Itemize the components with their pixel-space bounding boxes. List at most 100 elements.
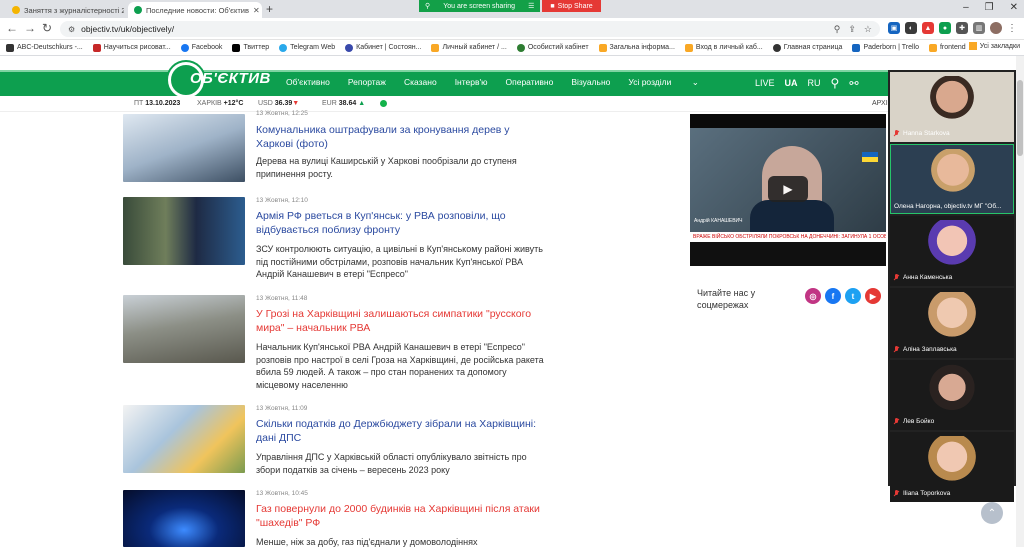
bookmark-item[interactable]: Paderborn | Trello [852,43,919,52]
live-link[interactable]: LIVE [755,78,775,88]
participant-tile[interactable]: Олена Нагорна, objectiv.tv МГ "Об... [890,144,1014,214]
participant-video [928,292,976,344]
participant-tile[interactable]: Анна Каменська [890,216,1014,286]
list-item[interactable]: 13 Жовтня, 10:45 Газ повернули до 2000 б… [123,490,543,547]
participant-tile[interactable]: Лев Бойко [890,360,1014,430]
bookmark-item[interactable]: Загальна інформа... [598,43,675,52]
list-item[interactable]: 13 Жовтня, 11:09 Скільки податків до Дер… [123,405,543,485]
bookmark-item[interactable]: Научиться рисоват... [92,43,171,52]
url-text: objectiv.tv/uk/objectively/ [81,24,175,34]
mic-muted-icon [893,490,900,497]
facebook-icon[interactable]: f [825,288,841,304]
extension-icon[interactable]: ▲ [922,22,934,34]
article-title[interactable]: Скільки податків до Держбюджету зібрали … [256,417,546,445]
mic-muted-icon [893,418,900,425]
participant-video [928,220,976,272]
tab-1[interactable]: Заняття з журналістерності 23 ... ✕ [6,2,124,18]
menu-item[interactable]: Сказано [404,77,437,88]
close-window-icon[interactable]: ✕ [1010,2,1018,13]
participant-tile[interactable]: Hanna Starkova [890,72,1014,142]
all-bookmarks[interactable]: Усі закладки [968,42,1020,50]
share-icon[interactable]: ⚯ [849,77,858,90]
bookmark-item[interactable]: Особистий кабінет [516,43,589,52]
article-thumbnail[interactable] [123,197,245,265]
extension-icon[interactable]: ▣ [888,22,900,34]
participant-tile[interactable]: Аліна Заплавська [890,288,1014,358]
menu-item[interactable]: Репортаж [348,77,386,88]
lang-ru[interactable]: RU [808,78,821,88]
list-item[interactable]: 13 Жовтня, 12:10 Армія РФ рветься в Куп'… [123,197,543,287]
bookmark-item[interactable]: Вход в личный каб... [684,43,763,52]
bookmark-item[interactable]: Личный кабинет / ... [431,43,507,52]
bookmarks-bar: ABC-Deutschkurs -... Научиться рисоват..… [0,40,1024,56]
search-icon[interactable]: ⚲ [834,24,841,35]
forward-icon[interactable]: → [24,21,36,35]
scrollbar-thumb[interactable] [1017,80,1023,156]
minimize-icon[interactable]: – [963,2,969,13]
site-logo[interactable]: ОБ'ЄКТИВ [168,62,270,98]
article-thumbnail[interactable] [123,490,245,547]
main-menu: Об'єктивно Репортаж Сказано Інтерв'ю Опе… [286,77,735,88]
menu-item[interactable]: Інтерв'ю [455,77,488,88]
mic-muted-icon [893,346,900,353]
participant-video [929,149,977,201]
close-icon[interactable]: ✕ [253,6,260,15]
bookmark-item[interactable]: Кабинет | Состоян... [345,43,421,52]
new-tab-button[interactable]: + [266,2,273,16]
pin-icon: ⚲ [425,3,431,10]
video-player[interactable]: Андрій КАНАШЕВИЧ ВРАЖЕ ВІЙСЬКО ОБСТРІЛЯЛ… [690,114,886,266]
share-icon[interactable]: ⇪ [848,24,856,35]
site-info-icon[interactable]: ⚙ [68,25,75,34]
instagram-icon[interactable]: ◎ [805,288,821,304]
extension-icon[interactable]: ◐ [905,22,917,34]
bookmark-item[interactable]: Facebook [180,43,222,52]
bookmark-item[interactable]: ABC-Deutschkurs -... [6,43,83,52]
bookmark-star-icon[interactable]: ☆ [864,24,872,35]
article-thumbnail[interactable] [123,114,245,182]
bookmark-item[interactable]: Telegram Web [279,43,335,52]
share-controls-icon[interactable]: ☰ [528,2,534,10]
twitter-icon[interactable]: t [845,288,861,304]
list-item[interactable]: 13 Жовтня, 11:48 У Грозі на Харківщині з… [123,295,546,395]
lang-ua[interactable]: UA [785,78,798,88]
list-item[interactable]: 13 Жовтня, 12:25 Комунальника оштрафувал… [123,110,543,190]
chevron-down-icon: ⌄ [691,77,699,87]
bookmark-item[interactable]: Твиттер [232,43,269,52]
down-arrow-icon: ▼ [292,100,300,107]
menu-item[interactable]: Візуально [571,77,610,88]
back-icon[interactable]: ← [6,21,18,35]
url-field[interactable]: ⚙ objectiv.tv/uk/objectively/ ⚲ ⇪ ☆ [60,21,880,37]
stop-share-button[interactable]: ■ Stop Share [542,0,601,12]
sidepanel-icon[interactable]: ▥ [973,22,985,34]
article-thumbnail[interactable] [123,295,245,363]
more-menu-icon[interactable]: ⋮ [1007,23,1017,34]
article-thumbnail[interactable] [123,405,245,473]
screen-share-bar: ⚲ You are screen sharing ☰ ■ Stop Share [419,0,601,12]
article-title[interactable]: Армія РФ рветься в Куп'янськ: у РВА розп… [256,209,546,237]
date: ПТ 13.10.2023 [134,100,181,107]
article-title[interactable]: У Грозі на Харківщині залишаються симпат… [256,307,546,335]
search-icon[interactable]: ⚲ [831,76,840,90]
bookmark-item[interactable]: frontend [928,43,966,52]
scroll-to-top-button[interactable]: ⌃ [981,502,1003,524]
article-description: ЗСУ контролюють ситуацію, а цивільні в К… [256,244,543,279]
article-title[interactable]: Комунальника оштрафували за кронування д… [256,123,546,151]
youtube-icon[interactable]: ▶ [865,288,881,304]
lower-third: Андрій КАНАШЕВИЧ [694,218,743,224]
article-description: Дерева на вулиці Каширській у Харкові по… [256,156,517,179]
menu-item[interactable]: Оперативно [506,77,554,88]
stop-icon: ■ [550,2,555,10]
play-button[interactable]: ▶ [768,176,808,202]
menu-item-all[interactable]: Усі розділи ⌄ [628,77,716,88]
bookmark-item[interactable]: Главная страница [772,43,842,52]
maximize-icon[interactable]: ❐ [985,2,994,13]
puzzle-icon[interactable]: ✚ [956,22,968,34]
reload-icon[interactable]: ↻ [42,21,52,35]
participant-tile[interactable]: Iliana Toporkova [890,432,1014,502]
article-title[interactable]: Газ повернули до 2000 будинків на Харків… [256,502,546,530]
menu-item[interactable]: Об'єктивно [286,77,330,88]
archive-link[interactable]: АРХІ [872,100,888,107]
avatar[interactable] [990,22,1002,34]
extension-icon[interactable]: ● [939,22,951,34]
tab-2[interactable]: Последние новости: Об'єктив ✕ [128,2,262,18]
